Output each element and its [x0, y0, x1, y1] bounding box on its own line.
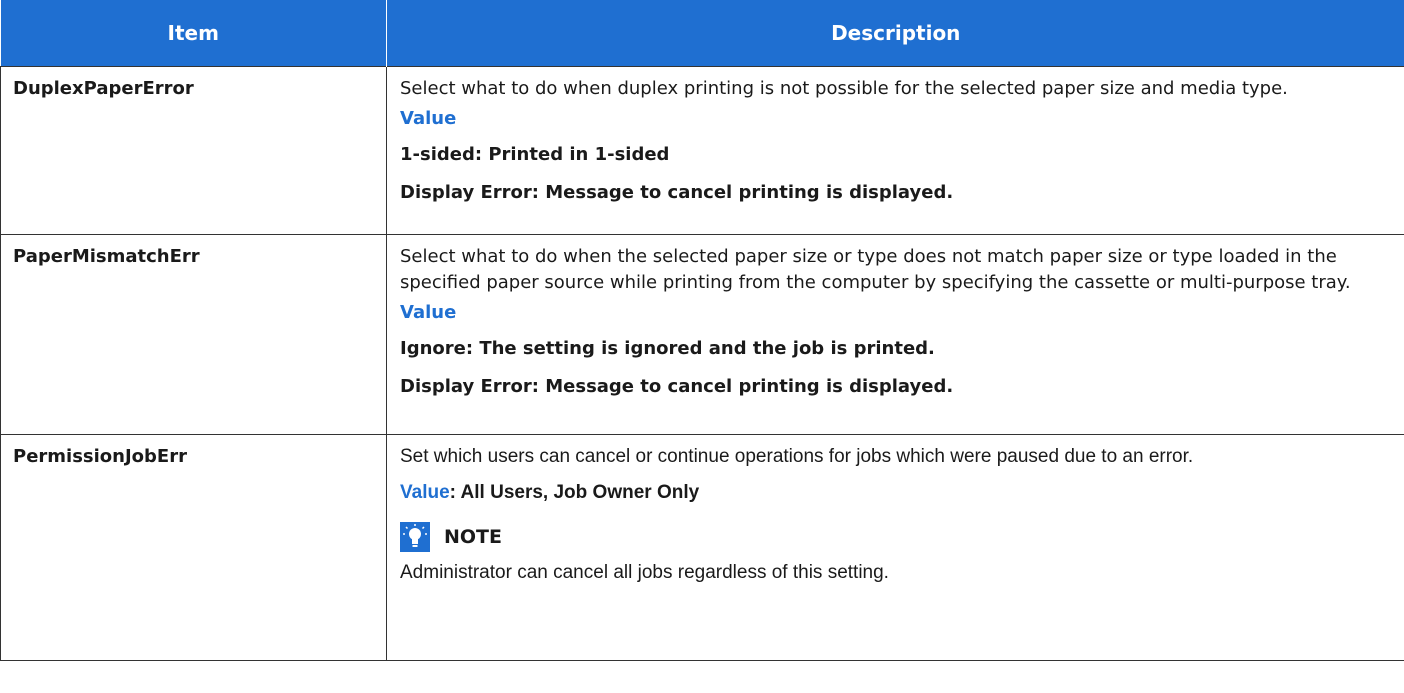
value-option: 1-sided: Printed in 1-sided — [400, 144, 670, 165]
description-cell: Set which users can cancel or continue o… — [386, 434, 1404, 661]
description-text: Select what to do when the selected pape… — [400, 246, 1351, 293]
item-cell: DuplexPaperError — [0, 66, 387, 235]
description-cell: Select what to do when the selected pape… — [386, 234, 1404, 435]
note-text: Administrator can cancel all jobs regard… — [400, 562, 889, 583]
note-lightbulb-icon — [400, 522, 430, 552]
value-option: Display Error: Message to cancel printin… — [400, 182, 954, 203]
value-heading: Value — [400, 482, 450, 503]
header-description: Description — [386, 0, 1404, 67]
item-cell: PermissionJobErr — [0, 434, 387, 661]
table-row: PermissionJobErr Set which users can can… — [0, 434, 1404, 661]
note-title: NOTE — [444, 526, 502, 548]
description-cell: Select what to do when duplex printing i… — [386, 66, 1404, 235]
table-row: PaperMismatchErr Select what to do when … — [0, 234, 1404, 435]
item-cell: PaperMismatchErr — [0, 234, 387, 435]
value-option: Display Error: Message to cancel printin… — [400, 376, 954, 397]
description-text: Set which users can cancel or continue o… — [400, 446, 1194, 467]
header-item: Item — [0, 0, 387, 67]
value-heading: Value — [400, 108, 457, 129]
settings-table: Item Description DuplexPaperError Select… — [0, 0, 1404, 661]
value-options-text: : All Users, Job Owner Only — [449, 482, 700, 503]
value-heading: Value — [400, 302, 457, 323]
value-line: Value: All Users, Job Owner Only — [400, 480, 1390, 506]
table-row: DuplexPaperError Select what to do when … — [0, 66, 1404, 235]
value-option: Ignore: The setting is ignored and the j… — [400, 338, 935, 359]
note-header: NOTE — [400, 522, 1390, 552]
description-text: Select what to do when duplex printing i… — [400, 78, 1288, 99]
table-header-row: Item Description — [0, 0, 1404, 67]
